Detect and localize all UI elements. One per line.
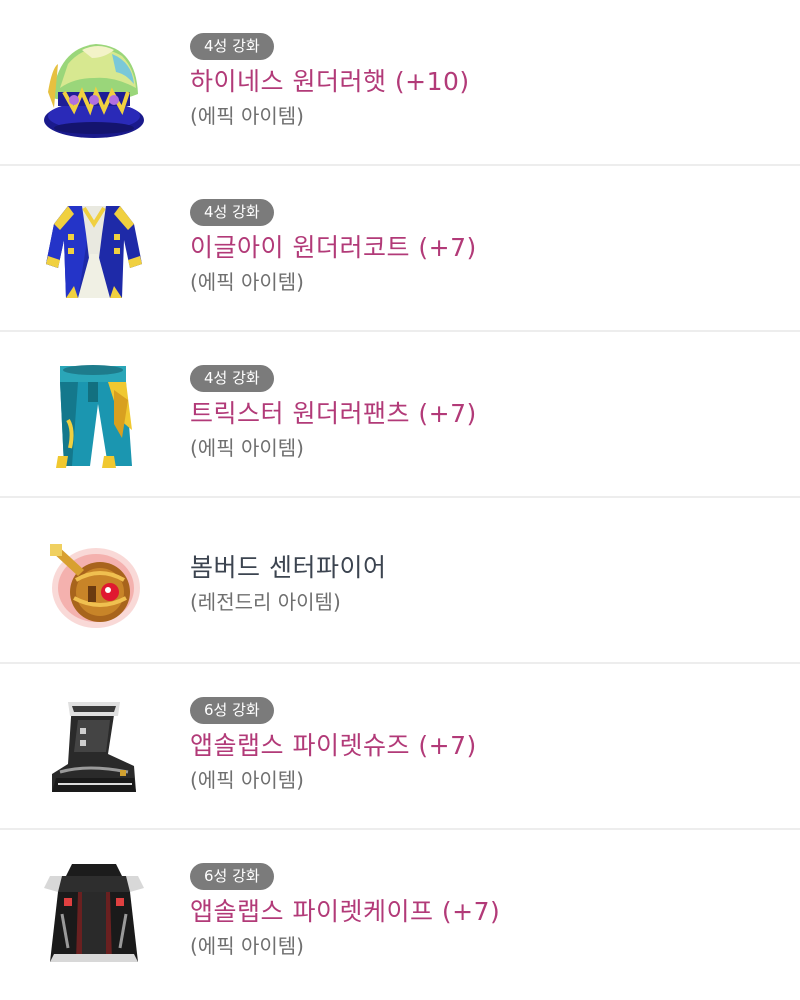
- equipment-item-list: 4성 강화 하이네스 원더러햇 (+10) (에픽 아이템) 4성 강화 이글아…: [0, 0, 800, 996]
- enhance-badge: 4성 강화: [190, 199, 274, 226]
- enhance-badge: 4성 강화: [190, 365, 274, 392]
- item-info: 6성 강화 앱솔랩스 파이렛슈즈 (+7) (에픽 아이템): [190, 697, 477, 796]
- pirate-cape-icon: [38, 858, 150, 970]
- item-grade: (에픽 아이템): [190, 768, 304, 792]
- item-name[interactable]: 앱솔랩스 파이렛슈즈 (+7): [190, 728, 477, 764]
- wonder-coat-icon: [38, 194, 150, 306]
- enhance-badge: 6성 강화: [190, 697, 274, 724]
- list-item[interactable]: 6성 강화 앱솔랩스 파이렛케이프 (+7) (에픽 아이템): [0, 830, 800, 996]
- wonder-pants-icon: [38, 360, 150, 472]
- item-info: 4성 강화 하이네스 원더러햇 (+10) (에픽 아이템): [190, 33, 470, 132]
- item-grade: (에픽 아이템): [190, 104, 304, 128]
- bomb-pendant-icon: [38, 526, 150, 638]
- item-info: 봄버드 센터파이어 (레전드리 아이템): [190, 550, 386, 618]
- list-item[interactable]: 4성 강화 하이네스 원더러햇 (+10) (에픽 아이템): [0, 0, 800, 166]
- item-info: 4성 강화 트릭스터 원더러팬츠 (+7) (에픽 아이템): [190, 365, 477, 464]
- list-item[interactable]: 6성 강화 앱솔랩스 파이렛슈즈 (+7) (에픽 아이템): [0, 664, 800, 830]
- item-info: 6성 강화 앱솔랩스 파이렛케이프 (+7) (에픽 아이템): [190, 863, 500, 962]
- list-item[interactable]: 4성 강화 트릭스터 원더러팬츠 (+7) (에픽 아이템): [0, 332, 800, 498]
- wonder-hat-icon: [38, 28, 150, 140]
- item-name[interactable]: 하이네스 원더러햇 (+10): [190, 64, 470, 100]
- pirate-shoes-icon: [38, 692, 150, 804]
- item-grade: (에픽 아이템): [190, 436, 304, 460]
- list-item[interactable]: 4성 강화 이글아이 원더러코트 (+7) (에픽 아이템): [0, 166, 800, 332]
- item-grade: (에픽 아이템): [190, 270, 304, 294]
- item-name[interactable]: 트릭스터 원더러팬츠 (+7): [190, 396, 477, 432]
- enhance-badge: 4성 강화: [190, 33, 274, 60]
- item-name[interactable]: 앱솔랩스 파이렛케이프 (+7): [190, 894, 500, 930]
- enhance-badge: 6성 강화: [190, 863, 274, 890]
- item-grade: (레전드리 아이템): [190, 590, 341, 614]
- item-grade: (에픽 아이템): [190, 934, 304, 958]
- list-item[interactable]: 봄버드 센터파이어 (레전드리 아이템): [0, 498, 800, 664]
- item-name[interactable]: 봄버드 센터파이어: [190, 550, 386, 586]
- item-name[interactable]: 이글아이 원더러코트 (+7): [190, 230, 477, 266]
- item-info: 4성 강화 이글아이 원더러코트 (+7) (에픽 아이템): [190, 199, 477, 298]
